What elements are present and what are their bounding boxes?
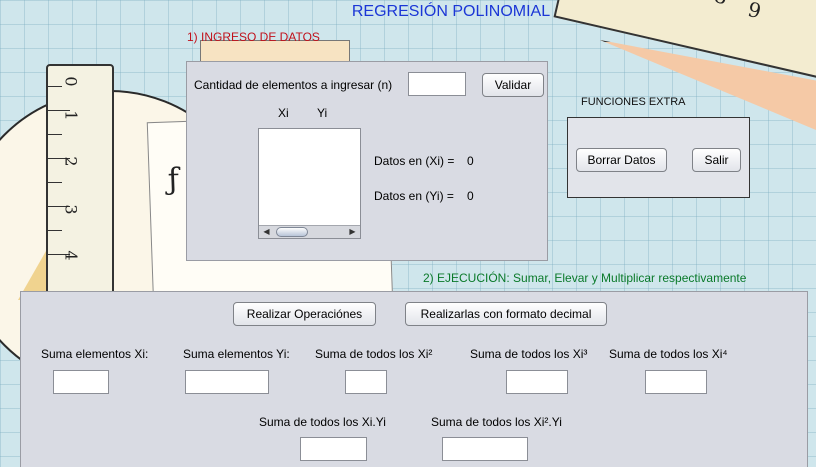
sum-xi2-label: Suma de todos los Xi² [315,347,433,361]
horizontal-scrollbar[interactable]: ◀ ▶ [259,225,360,238]
sum-yi-label: Suma elementos Yi: [183,347,290,361]
yi-column-header: Yi [317,106,328,120]
datos-yi-label: Datos en (Yi) = [374,189,454,203]
section-ops-title: 2) EJECUCIÓN: Sumar, Elevar y Multiplica… [423,271,747,285]
sum-xi2yi-field[interactable] [442,437,528,461]
sum-xiyi-label: Suma de todos los Xi.Yi [259,415,386,429]
count-label: Cantidad de elementos a ingresar (n) [194,78,393,92]
ruler-vertical-decoration: 0 1 2 3 4 [46,64,114,300]
function-glyph-icon: ƒ [167,162,180,198]
data-table[interactable]: ◀ ▶ [258,128,361,239]
sum-xi4-field[interactable] [645,370,707,394]
run-operations-button[interactable]: Realizar Operaciónes [233,302,376,326]
xi-column-header: Xi [278,106,289,120]
exit-button[interactable]: Salir [692,148,741,172]
datos-xi-label: Datos en (Xi) = [374,154,455,168]
sum-xi-label: Suma elementos Xi: [41,347,149,361]
scroll-left-arrow-icon[interactable]: ◀ [260,226,273,238]
sum-xi4-label: Suma de todos los Xi⁴ [609,347,728,361]
run-decimal-button[interactable]: Realizarlas con formato decimal [405,302,607,326]
datos-yi-value: 0 [467,189,474,203]
extra-functions-panel: Borrar Datos Salir [567,117,750,198]
sum-xiyi-field[interactable] [300,437,367,461]
section-input-title: 1) INGRESO DE DATOS [187,30,320,44]
sum-xi2yi-label: Suma de todos los Xi².Yi [431,415,562,429]
extra-functions-title: FUNCIONES EXTRA [581,96,686,108]
clear-data-button[interactable]: Borrar Datos [576,148,667,172]
datos-xi-value: 0 [467,154,474,168]
data-input-panel: Cantidad de elementos a ingresar (n) Val… [186,61,548,261]
sum-xi2-field[interactable] [345,370,387,394]
sum-xi3-label: Suma de todos los Xi³ [470,347,588,361]
count-input[interactable] [408,72,466,96]
validate-button[interactable]: Validar [482,73,544,97]
scroll-right-arrow-icon[interactable]: ▶ [346,226,359,238]
sum-xi3-field[interactable] [506,370,568,394]
sum-yi-field[interactable] [185,370,269,394]
sum-xi-field[interactable] [53,370,109,394]
app-title: REGRESIÓN POLINOMIAL [351,3,551,20]
scroll-thumb[interactable] [276,227,308,237]
operations-panel: Realizar Operaciónes Realizarlas con for… [20,291,808,467]
